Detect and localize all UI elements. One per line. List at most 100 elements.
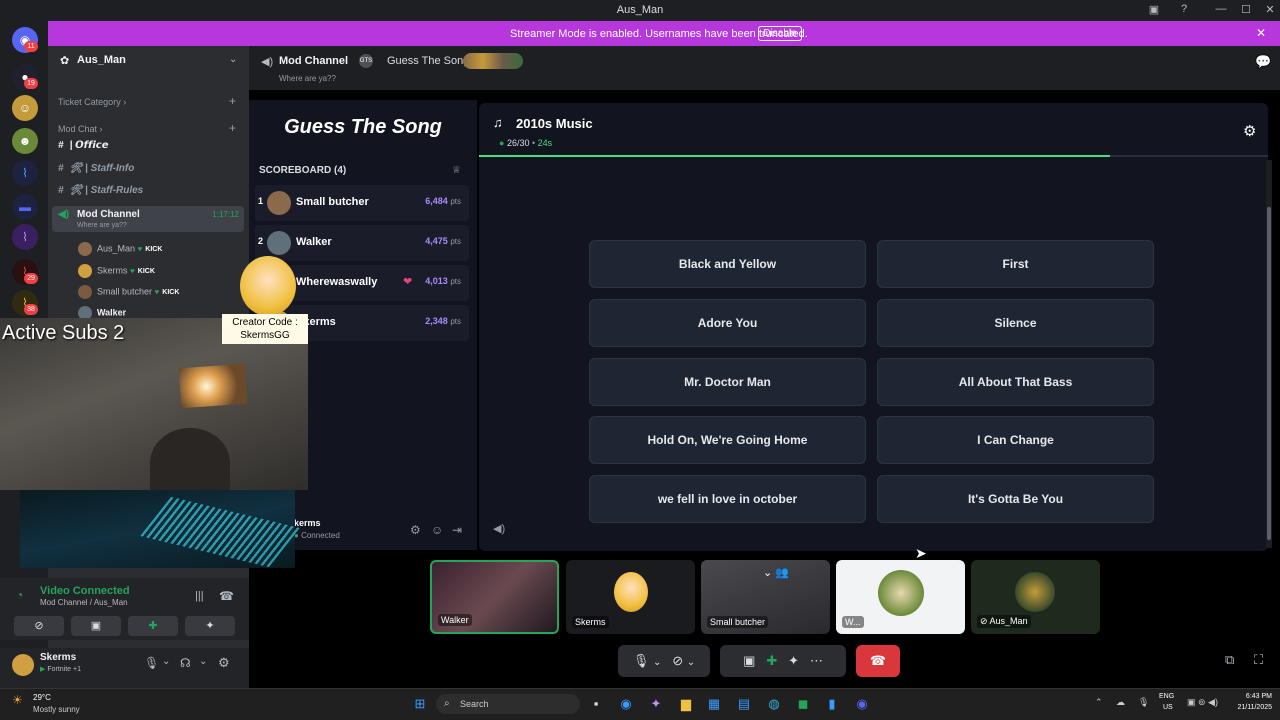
server-icon[interactable]: ⌇ bbox=[12, 160, 38, 186]
file-explorer-icon[interactable]: ▆ bbox=[676, 695, 696, 713]
chevron-down-icon[interactable]: ⌄ bbox=[229, 54, 237, 65]
close-icon[interactable]: ✕ bbox=[1256, 26, 1266, 40]
add-channel-icon[interactable]: + bbox=[229, 94, 236, 108]
volume-icon[interactable]: ◀) bbox=[493, 522, 505, 535]
maximize-button[interactable]: ☐ bbox=[1238, 3, 1254, 17]
answer-button[interactable]: All About That Bass bbox=[877, 358, 1154, 406]
app-icon[interactable]: ✦ bbox=[646, 695, 666, 713]
trophy-icon[interactable]: ♕ bbox=[452, 165, 461, 176]
video-tile[interactable]: ⌄ 👥 Small butcher bbox=[701, 560, 830, 634]
username[interactable]: Skerms bbox=[40, 652, 76, 663]
server-name[interactable]: Aus_Man bbox=[77, 54, 126, 66]
video-tile[interactable]: W... bbox=[836, 560, 965, 634]
video-tile[interactable]: Walker bbox=[430, 560, 559, 634]
search-box[interactable]: ⌕ Search bbox=[436, 694, 580, 714]
add-channel-icon[interactable]: + bbox=[229, 121, 236, 135]
task-view-icon[interactable]: ▪ bbox=[586, 695, 606, 713]
answer-button[interactable]: Silence bbox=[877, 299, 1154, 347]
exit-icon[interactable]: ⇥ bbox=[452, 523, 462, 537]
video-tile[interactable]: Skerms bbox=[566, 560, 695, 634]
gear-icon[interactable]: ⚙ bbox=[1243, 122, 1256, 140]
participants-icon[interactable]: ⌄ 👥 bbox=[763, 566, 789, 579]
server-icon[interactable]: ⌇ bbox=[12, 224, 38, 250]
chat-icon[interactable]: 💬 bbox=[1255, 54, 1271, 70]
voice-member[interactable]: Small butcher ♥ KICK bbox=[78, 285, 179, 301]
fullscreen-icon[interactable]: ⛶ bbox=[1254, 652, 1263, 668]
server-icon[interactable]: ☺ bbox=[12, 95, 38, 121]
header-activity[interactable]: Guess The Song bbox=[387, 55, 469, 67]
category-mod-chat[interactable]: Mod Chat › bbox=[58, 124, 103, 134]
app-icon[interactable]: ▮ bbox=[822, 695, 842, 713]
disable-button[interactable]: Disable bbox=[758, 26, 802, 41]
language[interactable]: ENG bbox=[1159, 693, 1174, 700]
voice-member[interactable]: Aus_Man ♥ KICK bbox=[78, 242, 162, 258]
screenshare-icon: ▣ bbox=[743, 653, 756, 668]
close-window-button[interactable]: ✕ bbox=[1262, 3, 1278, 17]
chevron-down-icon: ⌄ bbox=[652, 657, 662, 668]
weather-temp: 29°C bbox=[33, 693, 51, 702]
active-subs-label: Active Subs 2 bbox=[2, 322, 125, 344]
chevron-down-icon[interactable]: ⌄ bbox=[199, 656, 207, 667]
call-actions[interactable]: ▣ ✚ ✦ ⋯ bbox=[720, 645, 846, 677]
noise-suppression-icon[interactable]: ||| bbox=[195, 590, 204, 602]
app-icon[interactable]: ◉ bbox=[616, 695, 636, 713]
game-title: Guess The Song bbox=[284, 116, 442, 138]
user-panel bbox=[0, 648, 249, 688]
answer-button[interactable]: we fell in love in october bbox=[589, 475, 866, 523]
microphone-icon[interactable]: 🎙 bbox=[144, 656, 159, 670]
emoji-icon[interactable]: ☺ bbox=[431, 523, 443, 537]
folder-icon[interactable]: ▬ bbox=[12, 194, 38, 220]
voice-channel-path: Mod Channel / Aus_Man bbox=[40, 598, 128, 607]
network-volume-icons[interactable]: ▣ ⊚ ◀) bbox=[1187, 697, 1218, 708]
answer-button[interactable]: Mr. Doctor Man bbox=[589, 358, 866, 406]
inbox-icon[interactable]: ▣ bbox=[1146, 3, 1162, 17]
mic-camera-controls[interactable]: 🎙 ⌄ ⊘ ⌄ bbox=[618, 645, 710, 677]
soundboard-icon[interactable]: ✦ bbox=[185, 616, 235, 636]
app-icon[interactable]: ▤ bbox=[734, 695, 754, 713]
voice-channel-mod[interactable]: ◀) Mod Channel Where are ya?? 1:17:12 bbox=[52, 206, 244, 232]
voice-channel-name: Mod Channel bbox=[77, 209, 140, 220]
answer-button[interactable]: Black and Yellow bbox=[589, 240, 866, 288]
title-bar: Aus_Man ▣ ? — ☐ ✕ bbox=[0, 0, 1280, 21]
tile-label: ⊘ Aus_Man bbox=[977, 615, 1031, 628]
category-ticket[interactable]: Ticket Category › bbox=[58, 97, 126, 107]
app-icon[interactable]: ◼ bbox=[793, 695, 813, 713]
signal-icon[interactable]: ◔ bbox=[16, 588, 23, 602]
progress-fill bbox=[479, 155, 1110, 157]
answer-button[interactable]: Hold On, We're Going Home bbox=[589, 416, 866, 464]
user-settings-icon[interactable]: ⚙ bbox=[218, 655, 230, 671]
discord-taskbar-icon[interactable]: ◉ bbox=[852, 695, 872, 713]
answer-button[interactable]: I Can Change bbox=[877, 416, 1154, 464]
voice-member[interactable]: Skerms ♥ KICK bbox=[78, 264, 155, 280]
weather-icon[interactable]: ☀ bbox=[12, 693, 23, 707]
headphones-icon[interactable]: ☊ bbox=[180, 656, 191, 670]
voice-timer: 1:17:12 bbox=[212, 210, 239, 219]
leave-call-button[interactable]: ☎ bbox=[856, 645, 900, 677]
channel-staff-info[interactable]: # 🛠 | Staff-Info bbox=[58, 163, 134, 174]
activities-icon[interactable]: ✚ bbox=[128, 616, 178, 636]
start-icon[interactable]: ⊞ bbox=[410, 695, 430, 713]
help-icon[interactable]: ? bbox=[1176, 3, 1192, 17]
avatar[interactable] bbox=[12, 654, 34, 676]
answer-button[interactable]: Adore You bbox=[589, 299, 866, 347]
store-icon[interactable]: ▦ bbox=[704, 695, 724, 713]
tray-chevron-icon[interactable]: ⌃ bbox=[1095, 697, 1103, 708]
channel-office[interactable]: # | 𝙊𝙛𝙛𝙞𝙘𝙚 bbox=[58, 140, 108, 151]
channel-staff-rules[interactable]: # 🛠 | Staff-Rules bbox=[58, 185, 143, 196]
camera-toggle-icon[interactable]: ⊘ bbox=[14, 616, 64, 636]
scrollbar-thumb[interactable] bbox=[1267, 207, 1271, 540]
video-tile[interactable]: ⊘ Aus_Man bbox=[971, 560, 1100, 634]
answer-button[interactable]: First bbox=[877, 240, 1154, 288]
answer-button[interactable]: It's Gotta Be You bbox=[877, 475, 1154, 523]
browser-icon[interactable]: ◍ bbox=[764, 695, 784, 713]
minimize-button[interactable]: — bbox=[1213, 3, 1229, 17]
mic-tray-icon[interactable]: 🎙 bbox=[1138, 697, 1149, 708]
server-icon[interactable]: ☻ bbox=[12, 128, 38, 154]
cloud-icon[interactable]: ☁ bbox=[1116, 697, 1125, 708]
screenshare-icon[interactable]: ▣ bbox=[71, 616, 121, 636]
chevron-down-icon[interactable]: ⌄ bbox=[162, 656, 170, 667]
settings-icon[interactable]: ⚙ bbox=[410, 523, 421, 537]
popout-icon[interactable]: ⧉ bbox=[1225, 652, 1234, 668]
disconnect-icon[interactable]: ☎ bbox=[219, 589, 234, 603]
clock-time[interactable]: 6:43 PM bbox=[1232, 693, 1272, 700]
